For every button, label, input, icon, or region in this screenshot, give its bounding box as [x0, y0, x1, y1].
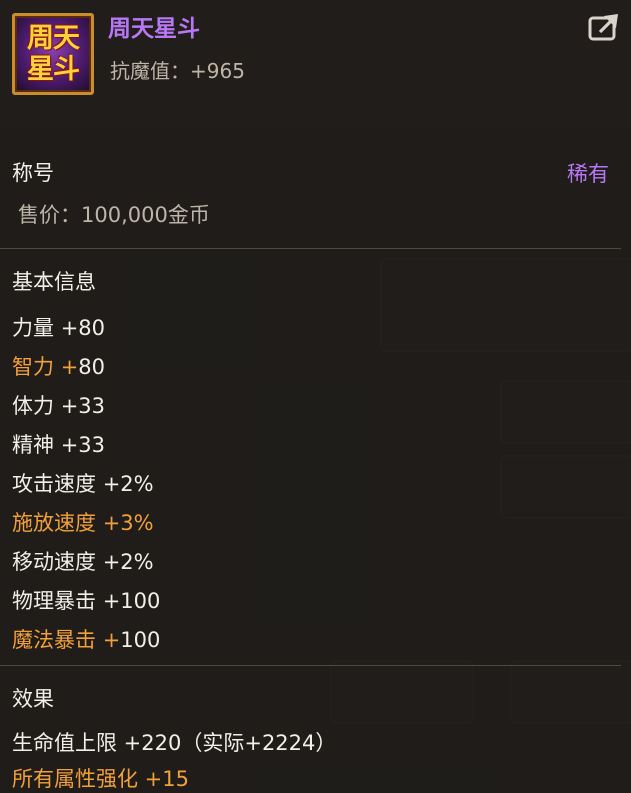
- stat-value-number: 100: [120, 628, 161, 652]
- basic-info-title: 基本信息: [12, 270, 96, 294]
- divider: [0, 248, 621, 249]
- effects-title: 效果: [12, 687, 54, 711]
- resist-label: 抗魔值：: [110, 59, 190, 83]
- stat-label: 魔法暴击: [12, 628, 96, 652]
- stat-row-physical-crit: 物理暴击 +100: [12, 585, 160, 615]
- share-arrow-icon[interactable]: [588, 12, 622, 42]
- stat-value: +33: [60, 394, 106, 418]
- stat-label: 体力: [12, 394, 54, 418]
- effect-line: 生命值上限 +220（实际+2224）: [12, 731, 337, 755]
- item-rarity: 稀有: [567, 162, 609, 186]
- effect-line: 所有属性强化 +15: [12, 767, 189, 791]
- item-price: 售价：100,000金币: [18, 199, 210, 229]
- item-icon: 周天 星斗: [12, 13, 94, 95]
- stat-label: 物理暴击: [12, 589, 96, 613]
- stat-label: 施放速度: [12, 511, 96, 535]
- divider: [0, 665, 621, 666]
- stat-value: +3%: [102, 511, 154, 535]
- stat-row-magic-crit: 魔法暴击 +100: [12, 624, 160, 654]
- item-tooltip: 周天 星斗 周天星斗 抗魔值：+965 称号 稀有 售价：100,000金币 基…: [0, 0, 631, 793]
- stat-row-cast-speed: 施放速度 +3%: [12, 507, 154, 537]
- stat-value: +80: [60, 316, 106, 340]
- stat-row-attack-speed: 攻击速度 +2%: [12, 468, 154, 498]
- stat-value: +100: [102, 628, 161, 652]
- resist-value: +965: [190, 59, 245, 83]
- stat-row-vitality: 体力 +33: [12, 390, 105, 420]
- item-name: 周天星斗: [108, 16, 200, 42]
- tooltip-header: 周天 星斗 周天星斗 抗魔值：+965: [0, 0, 631, 128]
- stat-value: +2%: [102, 472, 154, 496]
- stat-label: 精神: [12, 433, 54, 457]
- stat-value: +2%: [102, 550, 154, 574]
- stat-value: +80: [60, 355, 106, 379]
- stat-row-strength: 力量 +80: [12, 312, 105, 342]
- item-icon-text-bottom: 星斗: [27, 54, 80, 85]
- stat-row-move-speed: 移动速度 +2%: [12, 546, 154, 576]
- price-value: 100,000金币: [81, 203, 210, 227]
- stat-row-spirit: 精神 +33: [12, 429, 105, 459]
- item-category: 称号: [12, 161, 54, 185]
- stat-value: +100: [102, 589, 161, 613]
- stat-label: 攻击速度: [12, 472, 96, 496]
- stat-value: +33: [60, 433, 106, 457]
- item-icon-text-top: 周天: [27, 23, 80, 54]
- stat-label: 力量: [12, 316, 54, 340]
- stat-label: 移动速度: [12, 550, 96, 574]
- price-label: 售价：: [18, 203, 81, 227]
- stat-value-number: 80: [78, 355, 106, 379]
- item-resist: 抗魔值：+965: [110, 55, 245, 84]
- stat-row-intelligence: 智力 +80: [12, 351, 105, 381]
- stat-label: 智力: [12, 355, 54, 379]
